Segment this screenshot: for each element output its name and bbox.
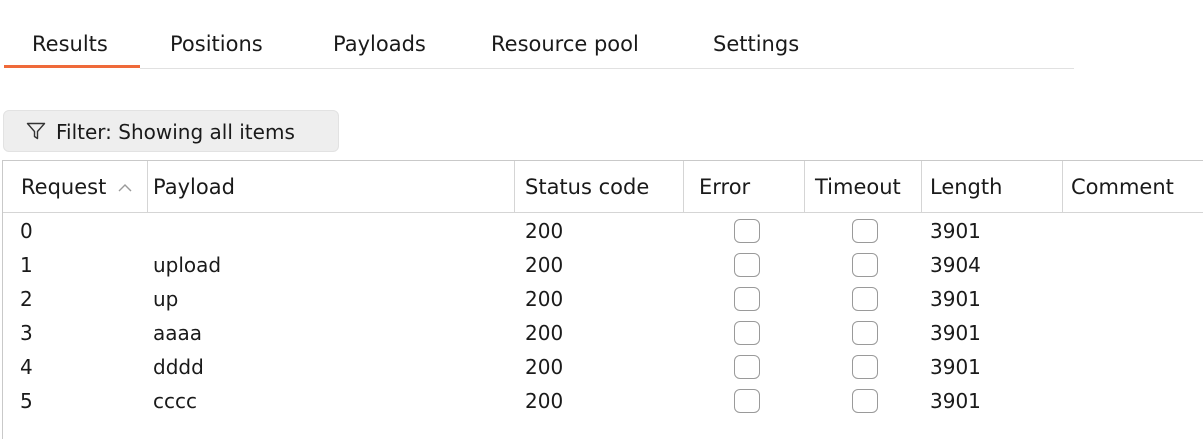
- timeout-checkbox[interactable]: [852, 219, 878, 243]
- tab-payloads[interactable]: Payloads: [333, 32, 426, 56]
- payload-cell: upload: [153, 253, 222, 277]
- request-cell: 5: [20, 389, 33, 413]
- status-code-cell: 200: [525, 321, 564, 345]
- length-cell: 3904: [930, 253, 981, 277]
- timeout-checkbox[interactable]: [852, 287, 878, 311]
- status-code-cell: 200: [525, 389, 564, 413]
- status-code-cell: 200: [525, 287, 564, 311]
- table-row[interactable]: 0 200 3901: [3, 214, 1203, 248]
- active-tab-indicator: [4, 65, 140, 68]
- timeout-checkbox[interactable]: [852, 253, 878, 277]
- timeout-checkbox[interactable]: [852, 355, 878, 379]
- status-code-cell: 200: [525, 219, 564, 243]
- error-checkbox[interactable]: [734, 389, 760, 413]
- column-header-comment[interactable]: Comment: [1063, 161, 1203, 213]
- status-code-cell: 200: [525, 253, 564, 277]
- column-header-payload[interactable]: Payload: [148, 161, 515, 213]
- length-cell: 3901: [930, 389, 981, 413]
- column-header-status-code[interactable]: Status code: [515, 161, 684, 213]
- payload-cell: aaaa: [153, 321, 203, 345]
- column-header-error[interactable]: Error: [684, 161, 805, 213]
- table-row[interactable]: 3 aaaa 200 3901: [3, 316, 1203, 350]
- error-checkbox[interactable]: [734, 219, 760, 243]
- tab-results[interactable]: Results: [32, 32, 108, 56]
- table-row[interactable]: 2 up 200 3901: [3, 282, 1203, 316]
- results-table: Request Payload Status code Error Timeou…: [2, 160, 1203, 439]
- table-row[interactable]: 5 cccc 200 3901: [3, 384, 1203, 418]
- length-cell: 3901: [930, 287, 981, 311]
- length-cell: 3901: [930, 219, 981, 243]
- column-header-timeout[interactable]: Timeout: [805, 161, 922, 213]
- payload-cell: up: [153, 287, 179, 311]
- request-cell: 2: [20, 287, 33, 311]
- table-header: Request Payload Status code Error Timeou…: [3, 161, 1203, 213]
- timeout-checkbox[interactable]: [852, 389, 878, 413]
- request-cell: 0: [20, 219, 33, 243]
- length-cell: 3901: [930, 321, 981, 345]
- error-checkbox[interactable]: [734, 287, 760, 311]
- request-cell: 4: [20, 355, 33, 379]
- status-code-cell: 200: [525, 355, 564, 379]
- table-row[interactable]: 1 upload 200 3904: [3, 248, 1203, 282]
- payload-cell: cccc: [153, 389, 197, 413]
- column-header-request[interactable]: Request: [3, 161, 148, 213]
- column-header-length[interactable]: Length: [922, 161, 1063, 213]
- tab-settings[interactable]: Settings: [713, 32, 799, 56]
- request-cell: 1: [20, 253, 33, 277]
- error-checkbox[interactable]: [734, 355, 760, 379]
- filter-label: Filter: Showing all items: [56, 120, 295, 144]
- table-row[interactable]: 4 dddd 200 3901: [3, 350, 1203, 384]
- tab-resource-pool[interactable]: Resource pool: [491, 32, 639, 56]
- chevron-up-icon: [118, 184, 132, 192]
- timeout-checkbox[interactable]: [852, 321, 878, 345]
- length-cell: 3901: [930, 355, 981, 379]
- filter-button[interactable]: Filter: Showing all items: [3, 110, 339, 152]
- tab-divider: [140, 68, 1074, 69]
- tab-bar: Results Positions Payloads Resource pool…: [0, 0, 1203, 70]
- request-cell: 3: [20, 321, 33, 345]
- funnel-icon: [26, 122, 46, 140]
- error-checkbox[interactable]: [734, 253, 760, 277]
- tab-positions[interactable]: Positions: [170, 32, 263, 56]
- payload-cell: dddd: [153, 355, 204, 379]
- error-checkbox[interactable]: [734, 321, 760, 345]
